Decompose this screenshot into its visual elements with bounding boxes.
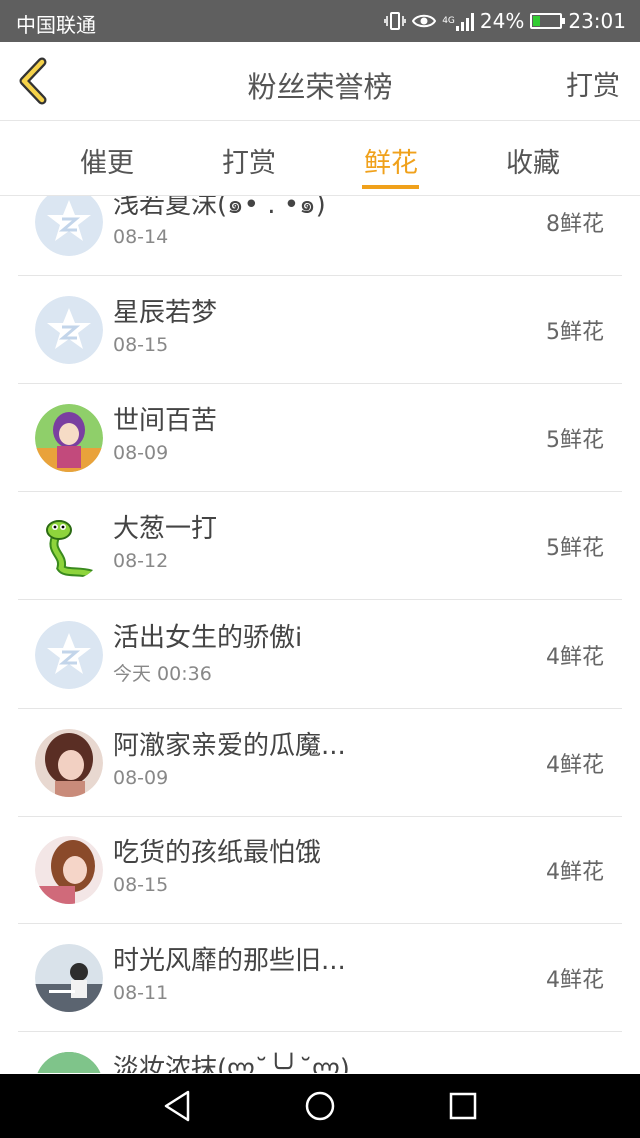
- fan-name: 淡妆浓抹(ლ˘╰╯˘ლ): [113, 1054, 350, 1073]
- fan-date: 08-12: [113, 550, 169, 572]
- carrier-label: 中国联通: [16, 13, 96, 37]
- default-avatar-icon: [35, 621, 103, 689]
- list-item[interactable]: 阿澈家亲爱的瓜魔... 08-09 4鲜花: [18, 709, 622, 817]
- default-avatar-icon: [35, 296, 103, 364]
- status-icons: 4G 24% 23:01: [384, 8, 626, 34]
- flower-count: 4鲜花: [546, 968, 604, 993]
- tab-flowers[interactable]: 鲜花: [331, 141, 451, 180]
- fan-date: 08-14: [113, 226, 169, 248]
- fan-date: 08-09: [113, 767, 169, 789]
- list-item[interactable]: 吃货的孩纸最怕饿 08-15 4鲜花: [18, 816, 622, 924]
- battery-icon: [530, 13, 566, 29]
- photo-avatar: [35, 836, 103, 904]
- square-recents-icon: [449, 1092, 477, 1120]
- flower-count: 4鲜花: [546, 645, 604, 670]
- fan-date: 今天 00:36: [113, 663, 212, 685]
- fan-name: 阿澈家亲爱的瓜魔...: [113, 731, 346, 761]
- eye-icon: [412, 12, 437, 30]
- list-item[interactable]: 时光风靡的那些旧... 08-11 4鲜花: [18, 924, 622, 1032]
- anime-girl-avatar: [35, 404, 103, 472]
- fan-name: 大葱一打: [113, 514, 218, 544]
- top-bar: 粉丝荣誉榜 打赏: [0, 42, 640, 121]
- fan-name: 活出女生的骄傲i: [113, 623, 303, 653]
- flower-count: 5鲜花: [546, 536, 604, 561]
- nav-home-button[interactable]: [300, 1088, 340, 1124]
- list-item[interactable]: 大葱一打 08-12 5鲜花: [18, 492, 622, 600]
- tab-urge[interactable]: 催更: [47, 141, 167, 180]
- nav-back-button[interactable]: [158, 1088, 198, 1124]
- fan-date: 08-09: [113, 442, 169, 464]
- list-item[interactable]: 星辰若梦 08-15 5鲜花: [18, 276, 622, 384]
- list-item[interactable]: 浅若夏沫(๑• . •๑) 08-14 8鲜花: [18, 196, 622, 276]
- default-avatar-icon: [35, 196, 103, 256]
- list-item[interactable]: 活出女生的骄傲i 今天 00:36 4鲜花: [18, 601, 622, 709]
- flower-count: 5鲜花: [546, 320, 604, 345]
- nav-recents-button[interactable]: [442, 1088, 482, 1124]
- fan-date: 08-15: [113, 874, 169, 896]
- fan-date: 08-15: [113, 334, 169, 356]
- tab-reward[interactable]: 打赏: [189, 141, 309, 180]
- fan-date: 08-11: [113, 982, 169, 1004]
- photo-avatar: [35, 729, 103, 797]
- vibrate-icon: [384, 11, 407, 31]
- page-title: 粉丝荣誉榜: [247, 70, 393, 104]
- circle-home-icon: [305, 1091, 335, 1121]
- fan-name: 世间百苦: [113, 406, 218, 436]
- reward-button[interactable]: 打赏: [566, 64, 620, 103]
- flower-count: 4鲜花: [546, 860, 604, 885]
- snake-avatar: [35, 512, 103, 580]
- status-bar: 中国联通 4G 24% 23:01: [0, 0, 640, 42]
- triangle-back-icon: [164, 1090, 190, 1122]
- clock: 23:01: [568, 9, 626, 33]
- flower-count: 8鲜花: [546, 212, 604, 237]
- photo-avatar: [35, 1052, 103, 1073]
- battery-percent: 24%: [479, 9, 525, 33]
- fan-name: 时光风靡的那些旧...: [113, 946, 346, 976]
- fan-name: 吃货的孩纸最怕饿: [113, 838, 322, 868]
- active-tab-indicator: [362, 185, 419, 189]
- fan-ranking-list: 浅若夏沫(๑• . •๑) 08-14 8鲜花 星辰若梦 08-15 5鲜花 世…: [0, 196, 640, 1073]
- flower-count: 4鲜花: [546, 753, 604, 778]
- photo-avatar: [35, 944, 103, 1012]
- system-nav-bar: [0, 1074, 640, 1138]
- flower-count: 5鲜花: [546, 428, 604, 453]
- fan-name: 浅若夏沫(๑• . •๑): [113, 196, 326, 220]
- tab-favorites[interactable]: 收藏: [473, 141, 593, 180]
- list-item[interactable]: 世间百苦 08-09 5鲜花: [18, 384, 622, 492]
- network-type: 4G: [442, 15, 455, 26]
- list-item[interactable]: 淡妆浓抹(ლ˘╰╯˘ლ): [18, 1032, 622, 1073]
- tab-bar: 催更 打赏 鲜花 收藏: [0, 121, 640, 196]
- fan-name: 星辰若梦: [113, 298, 218, 328]
- signal-icon: 4G: [442, 11, 474, 31]
